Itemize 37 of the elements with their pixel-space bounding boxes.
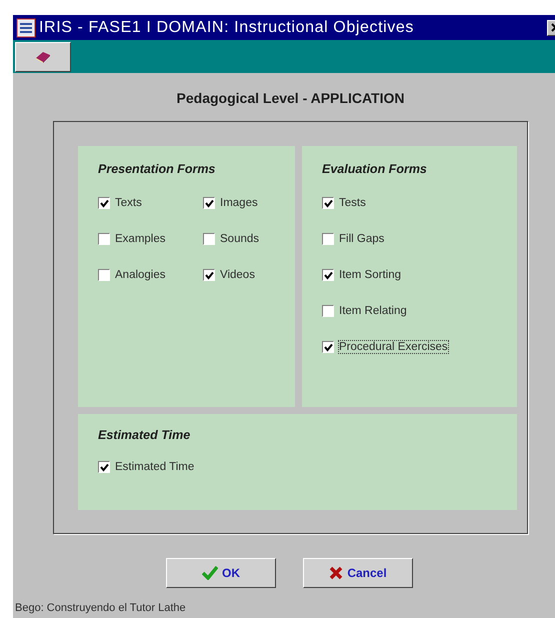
- checkbox-option[interactable]: Fill Gaps: [322, 233, 384, 245]
- checkbox[interactable]: [98, 233, 110, 245]
- checkbox-option[interactable]: Analogies: [98, 269, 166, 281]
- panel-title: Presentation Forms: [98, 162, 216, 176]
- checkbox[interactable]: [322, 305, 334, 317]
- checkbox-option[interactable]: Videos: [203, 269, 255, 281]
- checkbox[interactable]: [322, 341, 334, 353]
- checkbox-option[interactable]: Images: [203, 197, 258, 209]
- checkbox[interactable]: [203, 197, 215, 209]
- checkbox[interactable]: [322, 197, 334, 209]
- book-button[interactable]: [15, 42, 71, 72]
- check-icon: [202, 566, 218, 580]
- dialog-heading: Pedagogical Level - APPLICATION: [176, 90, 406, 108]
- checkbox-option[interactable]: Sounds: [203, 233, 260, 245]
- cross-icon: [329, 566, 344, 580]
- checkbox-option[interactable]: Tests: [322, 197, 366, 209]
- cancel-button[interactable]: Cancel: [303, 558, 413, 588]
- checkbox-option[interactable]: Item Sorting: [322, 269, 401, 281]
- checkbox-option[interactable]: Item Relating: [322, 305, 407, 317]
- panel-title: Estimated Time: [98, 428, 192, 442]
- checkbox-option[interactable]: Estimated Time: [98, 461, 194, 473]
- checkbox[interactable]: [98, 197, 110, 209]
- checkbox[interactable]: [203, 233, 215, 245]
- panel-title: Evaluation Forms: [322, 162, 428, 176]
- book-icon: [34, 50, 52, 64]
- checkbox[interactable]: [322, 233, 334, 245]
- status-text: Bego: Construyendo el Tutor Lathe: [15, 602, 187, 614]
- ok-button[interactable]: OK: [166, 558, 276, 588]
- checkbox[interactable]: [98, 461, 110, 473]
- checkbox-option[interactable]: Procedural Exercises: [322, 341, 448, 353]
- checkbox-option[interactable]: Texts: [98, 197, 142, 209]
- checkbox[interactable]: [203, 269, 215, 281]
- checkbox-option[interactable]: Examples: [98, 233, 166, 245]
- window-title: IRIS - FASE1 I DOMAIN: Instructional Objectives: [39, 18, 414, 36]
- checkbox[interactable]: [98, 269, 110, 281]
- app-icon: [16, 18, 36, 38]
- checkbox[interactable]: [322, 269, 334, 281]
